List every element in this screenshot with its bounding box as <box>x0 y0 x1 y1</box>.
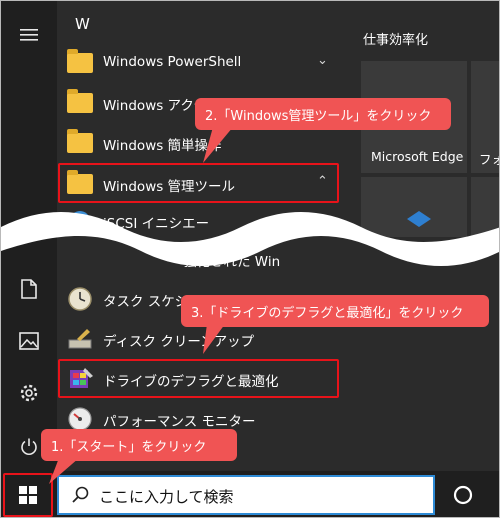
tile-group-title: 仕事効率化 <box>363 33 429 48</box>
hamburger-icon <box>20 29 38 41</box>
search-icon <box>72 486 89 503</box>
menu-expand-button[interactable] <box>1 13 57 57</box>
tile-label: Microsoft Edge <box>371 149 464 164</box>
app-item-windows-powershell[interactable]: Windows PowerShell ⌄ <box>57 43 353 83</box>
search-box[interactable]: ここに入力して検索 <box>57 475 435 515</box>
disk-cleanup-icon <box>67 326 95 352</box>
highlight-defrag <box>58 359 339 398</box>
document-icon <box>21 279 37 299</box>
screenshot-break-wave <box>1 212 499 266</box>
folder-icon <box>67 89 95 116</box>
power-icon <box>21 438 37 455</box>
cortana-button[interactable] <box>447 479 479 511</box>
highlight-admin-tools <box>58 163 339 203</box>
folder-icon <box>67 129 95 156</box>
pictures-icon <box>19 332 39 350</box>
section-letter[interactable]: W <box>75 15 90 33</box>
tile-label: フォ <box>479 152 499 167</box>
app-item-label: Windows アクセ <box>103 98 208 114</box>
gear-icon <box>20 384 38 402</box>
tile-partial[interactable]: フォ <box>471 61 499 173</box>
settings-button[interactable] <box>1 371 57 415</box>
clock-icon <box>67 286 95 312</box>
callout-pointer <box>203 127 233 163</box>
callout-pointer <box>203 324 225 354</box>
app-item-label: パフォーマンス モニター <box>103 414 256 430</box>
callout-step-1: 1.「スタート」をクリック <box>41 429 237 461</box>
callout-pointer <box>49 458 79 484</box>
folder-icon <box>67 49 95 76</box>
pictures-button[interactable] <box>1 319 57 363</box>
search-placeholder: ここに入力して検索 <box>99 488 234 506</box>
cortana-circle-icon <box>453 485 473 505</box>
callout-text: 2.「Windows管理ツール」をクリック <box>205 108 432 124</box>
app-item-label: Windows PowerShell <box>103 54 242 70</box>
callout-step-3: 3.「ドライブのデフラグと最適化」をクリック <box>181 295 489 327</box>
chevron-down-icon: ⌄ <box>317 53 328 68</box>
callout-text: 1.「スタート」をクリック <box>51 439 207 455</box>
callout-step-2: 2.「Windows管理ツール」をクリック <box>195 98 451 130</box>
callout-text: 3.「ドライブのデフラグと最適化」をクリック <box>191 305 464 321</box>
screenshot-frame: W Windows PowerShell ⌄ Windows アクセ Windo… <box>0 0 500 518</box>
